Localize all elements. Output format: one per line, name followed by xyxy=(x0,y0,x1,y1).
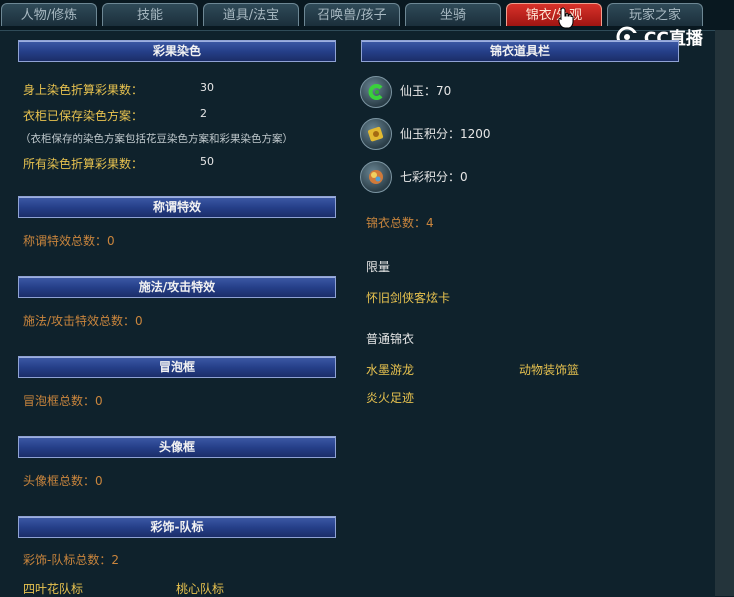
tab-pets[interactable]: 召唤兽/孩子 xyxy=(304,3,400,26)
dye-body-label: 身上染色折算彩果数： xyxy=(23,83,144,97)
rainbow-points-value: 七彩积分：0 xyxy=(400,170,468,184)
limited-heading: 限量 xyxy=(366,260,391,274)
section-header-avatar-frame: 头像框 xyxy=(18,436,336,458)
limited-item[interactable]: 怀旧剑侠客炫卡 xyxy=(366,289,450,306)
dye-total-value: 50 xyxy=(200,155,214,168)
section-header-team-badge: 彩饰-队标 xyxy=(18,516,336,538)
dye-body-value: 30 xyxy=(200,81,214,94)
section-header-cast-effect: 施法/攻击特效 xyxy=(18,276,336,298)
bubble-summary: 冒泡框总数：0 xyxy=(23,394,103,408)
normal-item[interactable]: 水墨游龙 xyxy=(366,361,414,378)
cast-effect-summary: 施法/攻击特效总数：0 xyxy=(23,314,143,328)
section-header-wardrobe-items: 锦衣道具栏 xyxy=(361,40,679,62)
tab-mounts[interactable]: 坐骑 xyxy=(405,3,501,26)
tab-skills[interactable]: 技能 xyxy=(102,3,198,26)
section-header-title-effect: 称谓特效 xyxy=(18,196,336,218)
jade-icon xyxy=(360,76,392,108)
normal-item[interactable]: 动物装饰篮 xyxy=(519,361,579,378)
team-badge-item[interactable]: 桃心队标 xyxy=(176,580,224,597)
section-header-bubble: 冒泡框 xyxy=(18,356,336,378)
dye-wardrobe-value: 2 xyxy=(200,107,207,120)
scrollbar[interactable] xyxy=(715,30,734,596)
tab-character[interactable]: 人物/修炼 xyxy=(1,3,97,26)
rainbow-orb-icon xyxy=(360,161,392,193)
dye-note: （衣柜保存的染色方案包括花豆染色方案和彩果染色方案） xyxy=(20,133,293,145)
wardrobe-total: 锦衣总数：4 xyxy=(366,216,434,230)
team-badge-item[interactable]: 四叶花队标 xyxy=(23,580,83,597)
tab-player-home[interactable]: 玩家之家 xyxy=(607,3,703,26)
jade-points-value: 仙玉积分：1200 xyxy=(400,127,491,141)
normal-item[interactable]: 炎火足迹 xyxy=(366,389,414,406)
dye-total-label: 所有染色折算彩果数： xyxy=(23,157,144,171)
tab-items[interactable]: 道具/法宝 xyxy=(203,3,299,26)
normal-heading: 普通锦衣 xyxy=(366,332,415,346)
avatar-frame-summary: 头像框总数：0 xyxy=(23,474,103,488)
tab-appearance[interactable]: 锦衣/外观 xyxy=(506,3,602,26)
card-icon xyxy=(360,118,392,150)
team-badge-summary: 彩饰-队标总数：2 xyxy=(23,553,119,567)
section-header-dye: 彩果染色 xyxy=(18,40,336,62)
hand-cursor-icon xyxy=(558,7,574,29)
jade-value: 仙玉：70 xyxy=(400,84,452,98)
dye-wardrobe-label: 衣柜已保存染色方案： xyxy=(23,109,144,123)
title-effect-summary: 称谓特效总数：0 xyxy=(23,234,115,248)
